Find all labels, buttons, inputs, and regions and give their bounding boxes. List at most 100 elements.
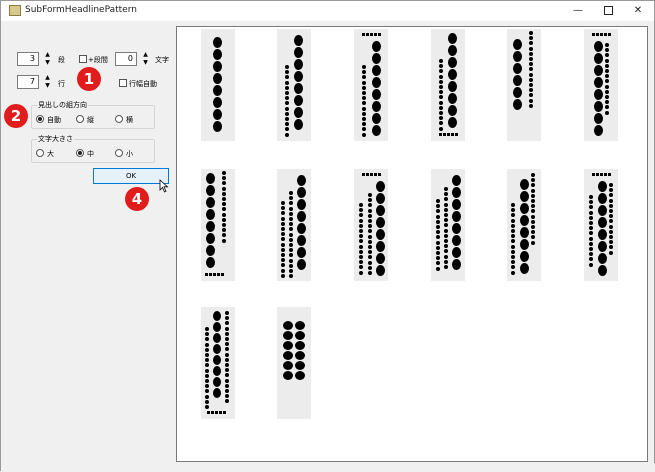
pattern-glyph	[368, 260, 372, 265]
direction-vertical-radio[interactable]	[76, 115, 84, 123]
pattern-tile-11[interactable]	[507, 169, 541, 281]
chars-stepper-buttons[interactable]: ▲ ▼	[138, 51, 153, 67]
pattern-glyph	[225, 326, 229, 331]
pattern-glyph	[359, 229, 363, 233]
pattern-glyph	[598, 205, 607, 216]
pattern-glyph	[225, 373, 229, 378]
pattern-glyph	[436, 266, 440, 271]
size-large-radio[interactable]	[36, 149, 44, 157]
pattern-glyph	[283, 331, 293, 340]
pattern-glyph	[222, 171, 226, 175]
stepper-down-icon[interactable]: ▼	[40, 82, 55, 90]
pattern-glyph	[294, 47, 303, 58]
stepper-up-icon[interactable]: ▲	[138, 51, 153, 59]
pattern-glyph	[439, 59, 443, 63]
pattern-glyph	[598, 265, 607, 276]
rows-stepper-input[interactable]: 7	[17, 75, 39, 89]
pattern-glyph	[205, 373, 209, 378]
pattern-glyph	[589, 205, 593, 210]
pattern-tile-4[interactable]	[431, 29, 465, 141]
pattern-tile-14[interactable]	[277, 307, 311, 419]
pattern-glyph	[225, 368, 229, 373]
minimize-button[interactable]: —	[563, 1, 593, 21]
ok-button[interactable]: OK	[93, 168, 169, 184]
pattern-glyph	[444, 249, 448, 254]
pattern-glyph	[297, 187, 306, 198]
pattern-glyph	[511, 223, 515, 228]
size-small-radio[interactable]	[115, 149, 123, 157]
title-bar[interactable]: SubFormHeadlinePattern — ✕	[1, 1, 654, 21]
pattern-glyph	[289, 263, 293, 268]
columns-stepper-buttons[interactable]: ▲ ▼	[40, 51, 55, 67]
pattern-glyph	[372, 125, 381, 136]
pattern-glyph	[295, 361, 305, 370]
maximize-button[interactable]	[593, 1, 623, 21]
pattern-tile-12[interactable]	[584, 169, 618, 281]
pattern-glyph	[225, 321, 229, 326]
close-button[interactable]: ✕	[623, 1, 653, 21]
pattern-glyph	[511, 229, 515, 233]
pattern-glyph	[285, 91, 289, 95]
pattern-glyph	[531, 188, 535, 193]
pattern-glyph	[359, 208, 363, 213]
pattern-glyph	[372, 65, 381, 76]
pattern-glyph	[376, 181, 385, 192]
pattern-glyph	[207, 411, 210, 414]
pattern-glyph	[600, 173, 603, 176]
pattern-tile-13[interactable]	[201, 307, 235, 419]
pattern-glyph	[589, 252, 593, 257]
pattern-glyph	[205, 384, 209, 389]
pattern-glyph	[609, 193, 613, 198]
pattern-glyph	[439, 126, 443, 131]
pattern-tile-9[interactable]	[354, 169, 388, 281]
pattern-glyph	[520, 251, 529, 262]
pattern-tile-1[interactable]	[201, 29, 235, 141]
pattern-glyph	[594, 125, 603, 136]
pattern-glyph	[289, 258, 293, 263]
pattern-glyph	[436, 219, 440, 224]
pattern-glyph	[513, 75, 522, 86]
pattern-glyph	[297, 175, 306, 186]
pattern-glyph	[222, 202, 226, 207]
pattern-glyph	[439, 116, 443, 121]
pattern-glyph	[222, 238, 226, 243]
columns-stepper-input[interactable]: 3	[17, 52, 39, 66]
chars-label: 文字	[155, 56, 169, 64]
pattern-preview-area[interactable]	[176, 26, 648, 462]
pattern-glyph	[436, 261, 440, 266]
pattern-glyph	[604, 33, 607, 36]
pattern-glyph	[281, 232, 285, 237]
pattern-tile-10[interactable]	[431, 169, 465, 281]
pattern-glyph	[368, 271, 372, 275]
auto-row-width-checkbox[interactable]	[119, 79, 127, 87]
pattern-glyph	[598, 193, 607, 204]
pattern-glyph	[605, 79, 609, 84]
rows-stepper-buttons[interactable]: ▲ ▼	[40, 74, 55, 90]
pattern-glyph	[297, 211, 306, 222]
pattern-glyph	[359, 249, 363, 254]
pattern-glyph	[206, 245, 215, 256]
pattern-glyph	[444, 207, 448, 212]
chars-stepper-input[interactable]: 0	[115, 52, 137, 66]
gap-checkbox[interactable]	[79, 55, 87, 63]
pattern-tile-7[interactable]	[201, 169, 235, 281]
pattern-glyph	[448, 93, 457, 104]
pattern-tile-8[interactable]	[277, 169, 311, 281]
stepper-up-icon[interactable]: ▲	[40, 51, 55, 59]
pattern-tile-2[interactable]	[277, 29, 311, 141]
pattern-tile-5[interactable]	[507, 29, 541, 141]
pattern-glyph	[205, 368, 209, 373]
size-medium-radio[interactable]	[76, 149, 84, 157]
pattern-tile-3[interactable]	[354, 29, 388, 141]
pattern-tile-6[interactable]	[584, 29, 618, 141]
pattern-glyph	[362, 80, 366, 85]
pattern-glyph	[222, 176, 226, 181]
pattern-glyph	[436, 256, 440, 261]
stepper-down-icon[interactable]: ▼	[40, 59, 55, 67]
direction-horizontal-radio[interactable]	[115, 115, 123, 123]
pattern-glyph	[285, 122, 289, 127]
stepper-down-icon[interactable]: ▼	[138, 59, 153, 67]
direction-auto-radio[interactable]	[36, 115, 44, 123]
pattern-glyph	[511, 260, 515, 265]
stepper-up-icon[interactable]: ▲	[40, 74, 55, 82]
